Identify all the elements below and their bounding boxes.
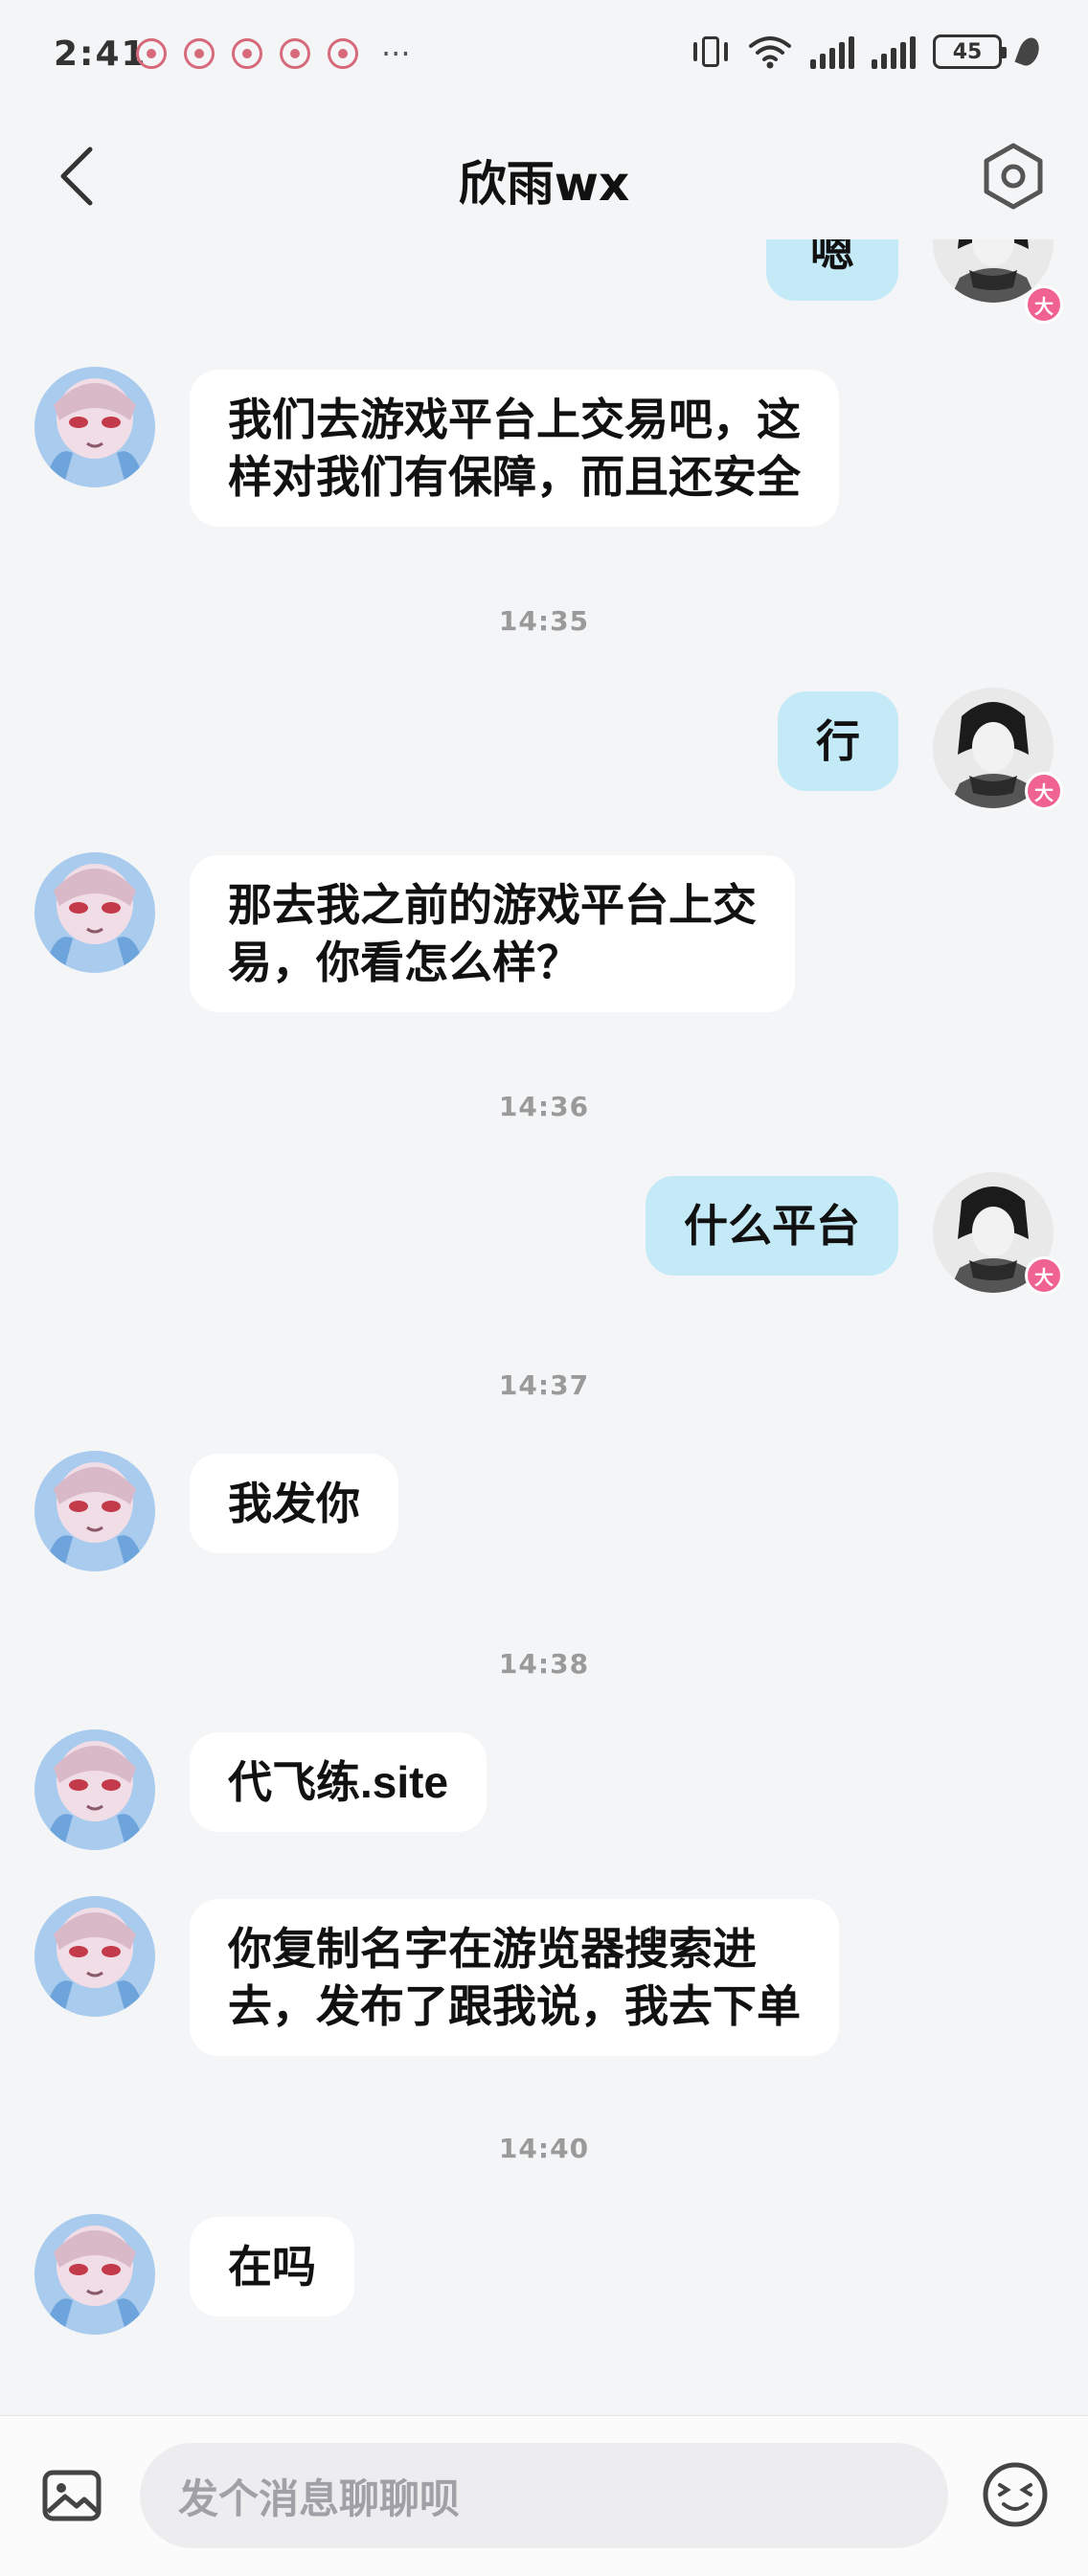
message-bubble-contact[interactable]: 代飞练.site [190, 1732, 487, 1832]
notification-icons: ··· [136, 38, 411, 69]
contact-avatar[interactable] [34, 367, 155, 487]
message-text-line: 样对我们有保障，而且还安全 [228, 451, 801, 503]
message-bubble-contact[interactable]: 那去我之前的游戏平台上交 易，你看怎么样？ [190, 855, 795, 1012]
status-time: 2:41 [54, 34, 147, 74]
app-notification-icon [232, 38, 262, 69]
message-input-placeholder: 发个消息聊聊呗 [178, 2474, 461, 2522]
vip-badge: 大 [1025, 1256, 1063, 1295]
system-icons: 45 [691, 33, 1043, 71]
contact-avatar[interactable] [34, 852, 155, 973]
message-text: 什么平台 [684, 1200, 860, 1252]
message-bubble-contact[interactable]: 我们去游戏平台上交易吧，这 样对我们有保障，而且还安全 [190, 370, 839, 527]
contact-avatar[interactable] [34, 2214, 155, 2335]
vip-badge: 大 [1025, 285, 1063, 324]
message-bubble-mine[interactable]: 嗯 [766, 239, 898, 301]
more-notifications-icon: ··· [381, 35, 411, 72]
status-bar: 2:41 ··· 45 [0, 0, 1088, 115]
app-notification-icon [184, 38, 215, 69]
message-text-line: 那去我之前的游戏平台上交 [228, 879, 757, 931]
chat-title: 欣雨wx [458, 156, 630, 212]
cell-signal-icon [872, 34, 916, 69]
message-text-line: 去，发布了跟我说，我去下单 [228, 1980, 801, 2032]
image-icon[interactable] [40, 2464, 103, 2527]
app-notification-icon [280, 38, 310, 69]
emoji-icon[interactable] [981, 2460, 1050, 2529]
app-notification-icon [328, 38, 358, 69]
message-bubble-mine[interactable]: 行 [778, 691, 898, 791]
message-list[interactable]: 嗯 大 我们去游戏平台上交易吧，这 样对我们有保障，而且还安全 14:35 行 … [0, 239, 1088, 2413]
message-timestamp: 14:35 [498, 605, 590, 637]
message-input-bar: 发个消息聊聊呗 [0, 2415, 1088, 2576]
message-timestamp: 14:36 [498, 1091, 590, 1122]
message-bubble-contact[interactable]: 我发你 [190, 1454, 398, 1553]
contact-avatar[interactable] [34, 1896, 155, 2017]
message-timestamp: 14:37 [498, 1369, 590, 1401]
message-text: 在吗 [228, 2241, 316, 2293]
power-saving-icon [1014, 34, 1043, 69]
wifi-icon [749, 36, 791, 69]
message-text-line: 你复制名字在游览器搜索进 [228, 1923, 757, 1975]
battery-level: 45 [952, 39, 983, 64]
message-timestamp: 14:38 [498, 1648, 590, 1680]
message-text: 我发你 [228, 1478, 360, 1529]
message-text-line: 易，你看怎么样？ [228, 937, 580, 988]
message-text: 嗯 [810, 239, 854, 277]
vip-badge: 大 [1025, 772, 1063, 810]
contact-avatar[interactable] [34, 1451, 155, 1571]
app-notification-icon [136, 38, 167, 69]
message-text-line: 我们去游戏平台上交易吧，这 [228, 394, 801, 445]
message-bubble-contact[interactable]: 在吗 [190, 2217, 354, 2316]
message-timestamp: 14:40 [498, 2133, 590, 2164]
battery-icon: 45 [933, 34, 1007, 69]
chat-screen: 2:41 ··· 45 欣雨wx 嗯 大 我们去游戏平台上交易吧，这 样对我们有… [0, 0, 1088, 2576]
message-input[interactable]: 发个消息聊聊呗 [140, 2443, 948, 2548]
message-text: 代飞练.site [228, 1757, 449, 1807]
chat-header: 欣雨wx [0, 115, 1088, 239]
settings-icon[interactable] [979, 142, 1048, 211]
cell-signal-icon [810, 34, 854, 69]
contact-avatar[interactable] [34, 1729, 155, 1850]
vibrate-icon [691, 33, 730, 71]
message-text: 行 [816, 715, 860, 767]
message-bubble-mine[interactable]: 什么平台 [646, 1176, 898, 1276]
message-bubble-contact[interactable]: 你复制名字在游览器搜索进 去，发布了跟我说，我去下单 [190, 1899, 839, 2056]
